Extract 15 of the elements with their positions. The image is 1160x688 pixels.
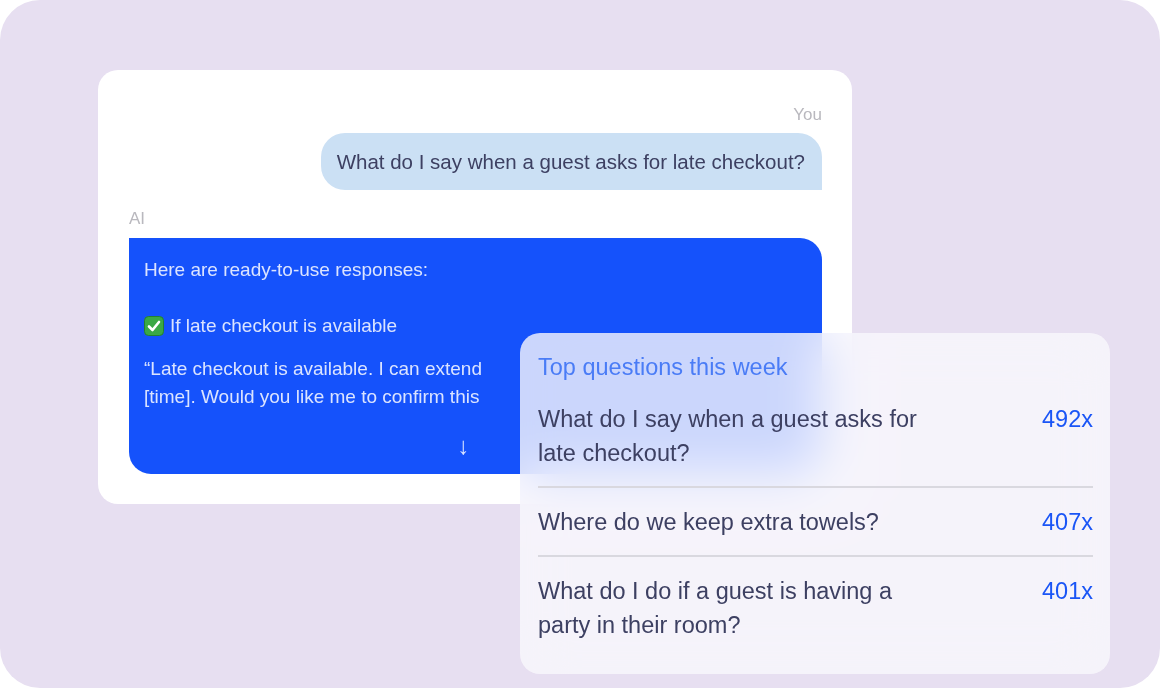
sender-label: AI bbox=[129, 208, 147, 230]
sender-label: You bbox=[792, 104, 822, 126]
option-heading: If late checkout is available bbox=[170, 314, 398, 338]
user-message-bubble: What do I say when a guest asks for late checkout? bbox=[320, 133, 822, 190]
card-title: Top questions this week bbox=[538, 353, 789, 382]
scroll-down-button[interactable]: ↓ bbox=[453, 431, 474, 461]
check-icon bbox=[144, 316, 164, 336]
count-text: 401x bbox=[1042, 577, 1093, 606]
question-text: What do I say when a guest asks for late checkout? bbox=[538, 405, 918, 468]
message-text: Here are ready-to-use responses: bbox=[144, 258, 430, 282]
quote-text: “Late checkout is available. I can extend [time]. Would you like me to confirm this bbox=[144, 357, 482, 409]
question-text: What do I do if a guest is having a party in their room? bbox=[538, 577, 893, 640]
count-text: 492x bbox=[1042, 405, 1093, 434]
count-text: 407x bbox=[1042, 508, 1093, 537]
question-text: Where do we keep extra towels? bbox=[538, 508, 879, 537]
